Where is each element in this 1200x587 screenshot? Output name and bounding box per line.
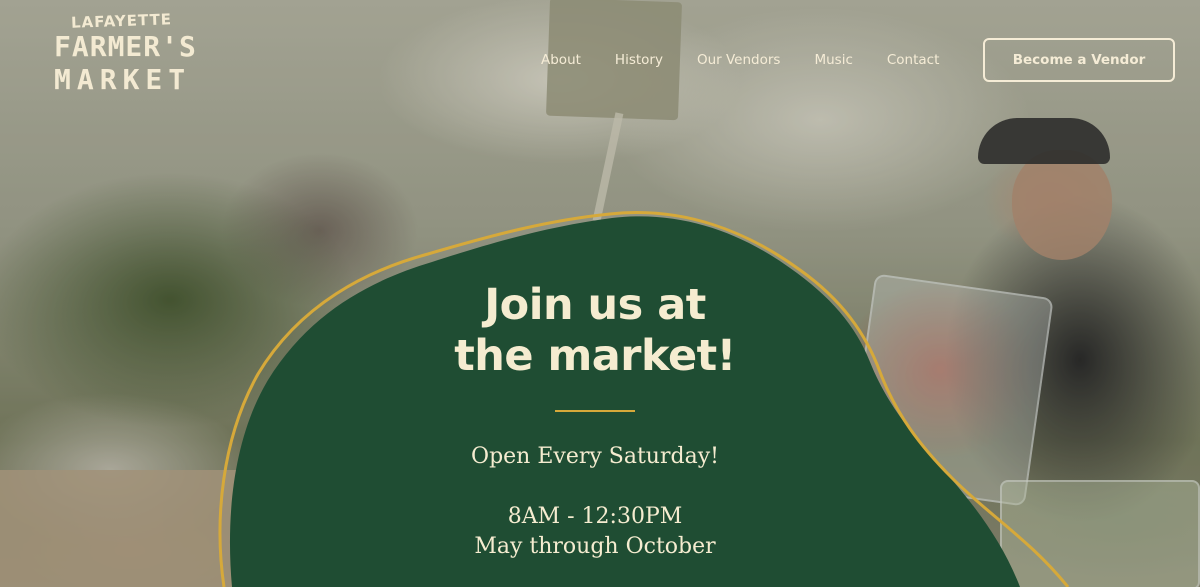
site-header: LAFAYETTE FARMER'S MARKET About History … xyxy=(0,0,1200,120)
nav-contact[interactable]: Contact xyxy=(870,52,957,68)
hero-hours: 8AM - 12:30PM xyxy=(507,504,683,529)
site-logo[interactable]: LAFAYETTE FARMER'S MARKET xyxy=(54,10,197,114)
hero-open-days: Open Every Saturday! xyxy=(471,444,719,469)
logo-market: MARKET xyxy=(54,63,192,96)
hero-season: May through October xyxy=(474,534,716,559)
hero-divider xyxy=(555,410,635,412)
logo-farmers: FARMER'S xyxy=(54,30,197,63)
hero-content: Join us at the market! Open Every Saturd… xyxy=(395,280,795,562)
hero-title: Join us at the market! xyxy=(395,280,795,382)
main-nav: About History Our Vendors Music Contact xyxy=(524,46,956,74)
nav-our-vendors[interactable]: Our Vendors xyxy=(680,52,798,68)
nav-history[interactable]: History xyxy=(598,52,680,68)
hero-title-line1: Join us at xyxy=(484,280,706,330)
become-vendor-button[interactable]: Become a Vendor xyxy=(983,38,1175,82)
nav-music[interactable]: Music xyxy=(797,52,869,68)
hero-title-line2: the market! xyxy=(454,331,736,381)
nav-about[interactable]: About xyxy=(524,52,598,68)
logo-town: LAFAYETTE xyxy=(70,10,173,32)
